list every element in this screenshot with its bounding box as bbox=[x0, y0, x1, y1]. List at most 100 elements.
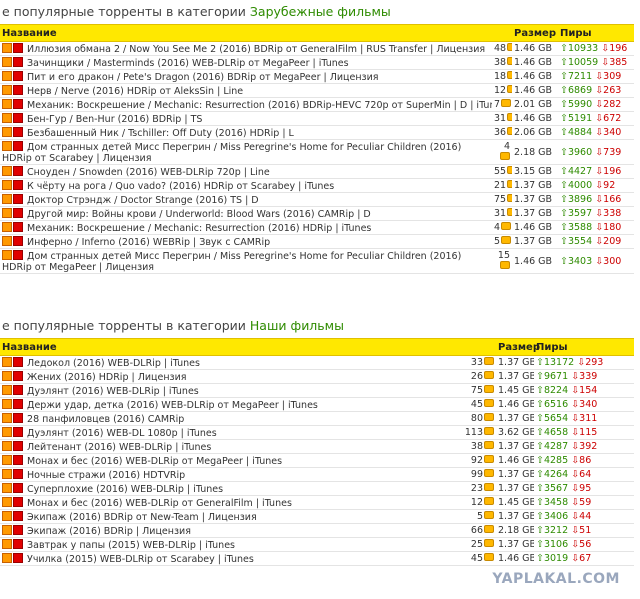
magnet-icon[interactable] bbox=[13, 552, 23, 563]
category-link-foreign[interactable]: Зарубежные фильмы bbox=[250, 4, 391, 19]
torrent-icon[interactable] bbox=[2, 56, 12, 67]
magnet-icon[interactable] bbox=[13, 235, 23, 246]
magnet-icon[interactable] bbox=[13, 538, 23, 549]
comments-cell[interactable]: 38 bbox=[492, 55, 512, 70]
col-name[interactable]: Название bbox=[0, 24, 492, 42]
comments-cell[interactable]: 18 bbox=[492, 69, 512, 84]
magnet-icon[interactable] bbox=[13, 384, 23, 395]
magnet-icon[interactable] bbox=[13, 426, 23, 437]
col-size[interactable]: Размер bbox=[496, 338, 540, 356]
magnet-icon[interactable] bbox=[13, 510, 23, 521]
magnet-icon[interactable] bbox=[13, 398, 23, 409]
torrent-title-link[interactable]: Экипаж (2016) BDRip | Лицензия bbox=[27, 526, 191, 537]
torrent-icon[interactable] bbox=[2, 412, 12, 423]
comments-cell[interactable]: 38 bbox=[456, 439, 496, 454]
torrent-icon[interactable] bbox=[2, 140, 12, 151]
magnet-icon[interactable] bbox=[13, 524, 23, 535]
torrent-icon[interactable] bbox=[2, 426, 12, 437]
torrent-icon[interactable] bbox=[2, 42, 12, 53]
magnet-icon[interactable] bbox=[13, 56, 23, 67]
torrent-icon[interactable] bbox=[2, 193, 12, 204]
torrent-title-link[interactable]: Суперплохие (2016) WEB-DLRip | iTunes bbox=[27, 484, 223, 495]
comments-cell[interactable]: 55 bbox=[492, 164, 512, 179]
comments-cell[interactable]: 7 bbox=[492, 97, 512, 112]
torrent-icon[interactable] bbox=[2, 524, 12, 535]
torrent-title-link[interactable]: Экипаж (2016) BDRip от New-Team | Лиценз… bbox=[27, 512, 257, 523]
comments-cell[interactable]: 113 bbox=[456, 425, 496, 440]
col-size[interactable]: Размер bbox=[512, 24, 558, 42]
col-peers[interactable]: Пиры bbox=[558, 24, 634, 42]
magnet-icon[interactable] bbox=[13, 179, 23, 190]
comments-cell[interactable]: 33 bbox=[456, 355, 496, 370]
torrent-title-link[interactable]: Училка (2015) WEB-DLRip от Scarabey | iT… bbox=[27, 554, 254, 565]
comments-cell[interactable]: 4 bbox=[492, 220, 512, 235]
torrent-icon[interactable] bbox=[2, 398, 12, 409]
magnet-icon[interactable] bbox=[13, 482, 23, 493]
torrent-icon[interactable] bbox=[2, 84, 12, 95]
comments-cell[interactable]: 45 bbox=[456, 397, 496, 412]
torrent-title-link[interactable]: 28 панфиловцев (2016) CAMRip bbox=[27, 414, 184, 425]
torrent-title-link[interactable]: Жених (2016) HDRip | Лицензия bbox=[27, 372, 186, 383]
comments-cell[interactable]: 15 bbox=[492, 248, 512, 274]
magnet-icon[interactable] bbox=[13, 84, 23, 95]
torrent-icon[interactable] bbox=[2, 370, 12, 381]
torrent-title-link[interactable]: Нерв / Nerve (2016) HDRip от AleksSin | … bbox=[27, 86, 243, 97]
comments-cell[interactable]: 66 bbox=[456, 523, 496, 538]
comments-cell[interactable]: 75 bbox=[456, 383, 496, 398]
torrent-icon[interactable] bbox=[2, 510, 12, 521]
magnet-icon[interactable] bbox=[13, 70, 23, 81]
torrent-icon[interactable] bbox=[2, 221, 12, 232]
comments-cell[interactable]: 48 bbox=[492, 41, 512, 56]
torrent-title-link[interactable]: Механик: Воскрешение / Mechanic: Resurre… bbox=[27, 223, 371, 234]
torrent-title-link[interactable]: Дом странных детей Мисс Перегрин / Miss … bbox=[2, 251, 461, 273]
torrent-title-link[interactable]: Завтрак у папы (2015) WEB-DLRip | iTunes bbox=[27, 540, 235, 551]
comments-cell[interactable]: 21 bbox=[492, 178, 512, 193]
comments-cell[interactable]: 5 bbox=[492, 234, 512, 249]
torrent-title-link[interactable]: Дуэлянт (2016) WEB-DLRip | iTunes bbox=[27, 386, 199, 397]
torrent-title-link[interactable]: Инферно / Inferno (2016) WEBRip | Звук с… bbox=[27, 237, 270, 248]
torrent-icon[interactable] bbox=[2, 496, 12, 507]
torrent-icon[interactable] bbox=[2, 179, 12, 190]
comments-cell[interactable]: 75 bbox=[492, 192, 512, 207]
comments-cell[interactable]: 36 bbox=[492, 125, 512, 140]
torrent-icon[interactable] bbox=[2, 98, 12, 109]
torrent-title-link[interactable]: Иллюзия обмана 2 / Now You See Me 2 (201… bbox=[27, 44, 485, 55]
torrent-title-link[interactable]: Дуэлянт (2016) WEB-DL 1080p | iTunes bbox=[27, 428, 217, 439]
torrent-title-link[interactable]: Монах и бес (2016) WEB-DLRip от MegaPeer… bbox=[27, 456, 282, 467]
torrent-icon[interactable] bbox=[2, 440, 12, 451]
magnet-icon[interactable] bbox=[13, 165, 23, 176]
comments-cell[interactable]: 80 bbox=[456, 411, 496, 426]
torrent-title-link[interactable]: Безбашенный Ник / Tschiller: Off Duty (2… bbox=[27, 128, 294, 139]
torrent-title-link[interactable]: Держи удар, детка (2016) WEB-DLRip от Me… bbox=[27, 400, 318, 411]
magnet-icon[interactable] bbox=[13, 249, 23, 260]
comments-cell[interactable]: 4 bbox=[492, 139, 512, 165]
magnet-icon[interactable] bbox=[13, 207, 23, 218]
torrent-title-link[interactable]: Бен-Гур / Ben-Hur (2016) BDRip | TS bbox=[27, 114, 202, 125]
torrent-icon[interactable] bbox=[2, 482, 12, 493]
torrent-title-link[interactable]: Ночные стражи (2016) HDTVRip bbox=[27, 470, 185, 481]
comments-cell[interactable]: 23 bbox=[456, 481, 496, 496]
magnet-icon[interactable] bbox=[13, 412, 23, 423]
torrent-icon[interactable] bbox=[2, 249, 12, 260]
magnet-icon[interactable] bbox=[13, 454, 23, 465]
col-peers[interactable]: Пиры bbox=[534, 338, 634, 356]
magnet-icon[interactable] bbox=[13, 221, 23, 232]
magnet-icon[interactable] bbox=[13, 356, 23, 367]
torrent-title-link[interactable]: Пит и его дракон / Pete's Dragon (2016) … bbox=[27, 72, 378, 83]
torrent-icon[interactable] bbox=[2, 552, 12, 563]
comments-cell[interactable]: 99 bbox=[456, 467, 496, 482]
comments-cell[interactable]: 12 bbox=[492, 83, 512, 98]
col-name[interactable]: Название bbox=[0, 338, 456, 356]
magnet-icon[interactable] bbox=[13, 42, 23, 53]
torrent-icon[interactable] bbox=[2, 538, 12, 549]
torrent-title-link[interactable]: Механик: Воскрешение / Mechanic: Resurre… bbox=[27, 100, 492, 111]
torrent-title-link[interactable]: Монах и бес (2016) WEB-DLRip от GeneralF… bbox=[27, 498, 292, 509]
comments-cell[interactable]: 45 bbox=[456, 551, 496, 566]
torrent-title-link[interactable]: К чёрту на рога / Quo vado? (2016) HDRip… bbox=[27, 181, 334, 192]
torrent-icon[interactable] bbox=[2, 384, 12, 395]
magnet-icon[interactable] bbox=[13, 440, 23, 451]
torrent-icon[interactable] bbox=[2, 356, 12, 367]
torrent-title-link[interactable]: Доктор Стрэндж / Doctor Strange (2016) T… bbox=[27, 195, 259, 206]
comments-cell[interactable]: 31 bbox=[492, 206, 512, 221]
magnet-icon[interactable] bbox=[13, 140, 23, 151]
